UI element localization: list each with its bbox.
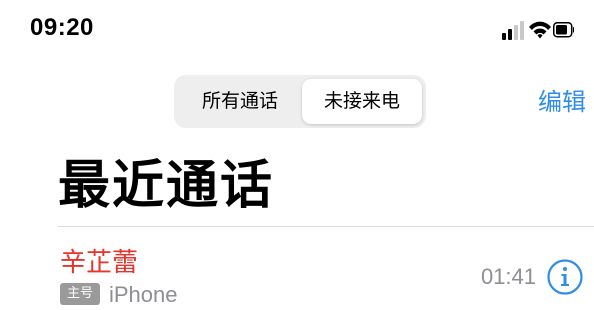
page-title: 最近通话 (58, 156, 275, 216)
call-filter-segmented-control[interactable]: 所有通话 未接来电 (174, 75, 426, 128)
segment-all-calls[interactable]: 所有通话 (178, 79, 302, 124)
status-icons (502, 18, 574, 44)
call-time: 01:41 (480, 264, 536, 289)
line-badge: 主号 (60, 283, 100, 305)
call-type: iPhone (109, 282, 178, 307)
battery-icon (553, 22, 574, 38)
segment-missed-calls[interactable]: 未接来电 (302, 79, 422, 124)
edit-button[interactable]: 编辑 (538, 82, 586, 117)
caller-name: 辛芷蕾 (60, 248, 139, 278)
divider (58, 226, 594, 227)
wifi-icon (529, 21, 551, 39)
call-list-item[interactable]: 辛芷蕾 主号 iPhone 01:41 (0, 228, 594, 310)
info-icon[interactable] (546, 258, 584, 296)
status-time: 09:20 (30, 14, 94, 41)
cellular-signal-icon (502, 21, 524, 40)
